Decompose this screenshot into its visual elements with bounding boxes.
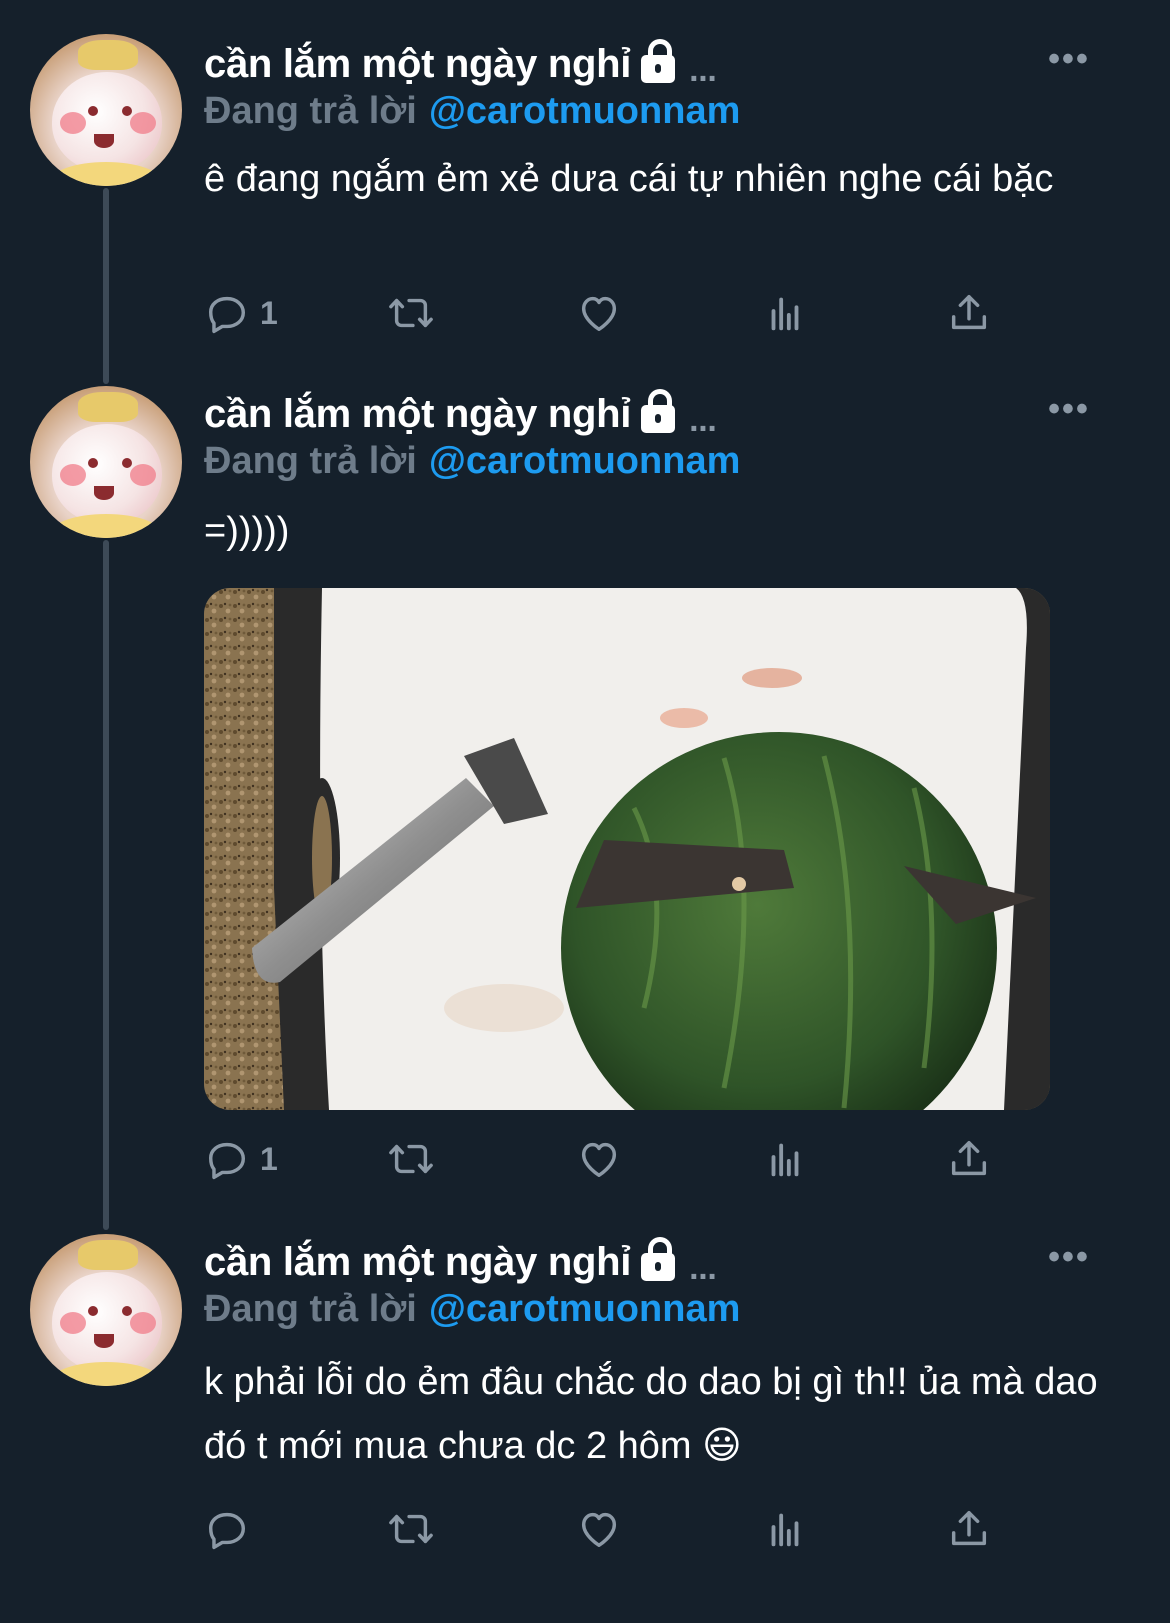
replying-handle-link[interactable]: @carotmuonnam	[429, 1288, 741, 1330]
replying-to: Đang trả lời @carotmuonnam	[204, 1288, 740, 1331]
author-name[interactable]: cần lắm một ngày nghỉ ...	[204, 1236, 717, 1287]
author-name[interactable]: cần lắm một ngày nghỉ ...	[204, 388, 717, 439]
action-bar	[204, 1504, 1104, 1554]
like-button[interactable]	[576, 288, 622, 338]
retweet-button[interactable]	[388, 1504, 434, 1554]
reply-icon	[208, 1142, 246, 1180]
share-icon	[951, 294, 987, 330]
avatar[interactable]	[30, 1234, 182, 1386]
author-name-text: cần lắm một ngày nghỉ	[204, 1240, 632, 1284]
watermelon-photo	[204, 588, 1050, 1110]
heart-icon	[581, 1142, 617, 1178]
name-ellipsis: ...	[689, 401, 717, 439]
views-button[interactable]	[762, 288, 808, 338]
tweet-media-photo[interactable]	[204, 588, 1050, 1110]
views-icon	[771, 1143, 799, 1177]
tweet[interactable]: cần lắm một ngày nghỉ ... ••• Đang trả l…	[0, 1210, 1170, 1623]
tweet-text: k phải lỗi do ẻm đâu chắc do dao bị gì t…	[204, 1361, 1098, 1467]
name-ellipsis: ...	[689, 51, 717, 89]
replying-handle-link[interactable]: @carotmuonnam	[429, 440, 741, 482]
replying-label: Đang trả lời	[204, 440, 417, 482]
replying-label: Đang trả lời	[204, 90, 417, 132]
tweet-text: =)))))	[204, 510, 290, 552]
more-options-button[interactable]: •••	[1046, 1238, 1092, 1277]
replying-to: Đang trả lời @carotmuonnam	[204, 440, 740, 483]
like-button[interactable]	[576, 1134, 622, 1184]
reply-button[interactable]: 1	[204, 288, 278, 338]
retweet-icon	[389, 298, 433, 328]
reply-button[interactable]: 1	[204, 1134, 278, 1184]
avatar[interactable]	[30, 386, 182, 538]
views-button[interactable]	[762, 1504, 808, 1554]
heart-icon	[581, 296, 617, 332]
views-icon	[771, 1513, 799, 1547]
author-name[interactable]: cần lắm một ngày nghỉ ...	[204, 38, 717, 89]
views-icon	[771, 297, 799, 331]
heart-icon	[581, 1512, 617, 1548]
retweet-button[interactable]	[388, 288, 434, 338]
retweet-icon	[389, 1144, 433, 1174]
tweet[interactable]: cần lắm một ngày nghỉ ... ••• Đang trả l…	[0, 360, 1170, 1210]
tweet-text: ê đang ngắm ẻm xẻ dưa cái tự nhiên nghe …	[204, 158, 1054, 200]
reply-icon	[208, 1512, 246, 1550]
share-button[interactable]	[946, 288, 992, 338]
reply-count: 1	[260, 294, 278, 331]
share-icon	[951, 1510, 987, 1546]
author-name-text: cần lắm một ngày nghỉ	[204, 392, 632, 436]
retweet-button[interactable]	[388, 1134, 434, 1184]
share-button[interactable]	[946, 1504, 992, 1554]
avatar[interactable]	[30, 34, 182, 186]
action-bar: 1	[204, 288, 1104, 338]
replying-label: Đang trả lời	[204, 1288, 417, 1330]
views-button[interactable]	[762, 1134, 808, 1184]
action-bar: 1	[204, 1134, 1104, 1184]
name-ellipsis: ...	[689, 1249, 717, 1287]
reply-icon	[208, 296, 246, 334]
more-options-button[interactable]: •••	[1046, 40, 1092, 79]
lock-icon	[641, 1236, 676, 1281]
lock-icon	[641, 388, 676, 433]
like-button[interactable]	[576, 1504, 622, 1554]
lock-icon	[641, 38, 676, 83]
share-button[interactable]	[946, 1134, 992, 1184]
more-options-button[interactable]: •••	[1046, 390, 1092, 429]
reply-count: 1	[260, 1140, 278, 1177]
retweet-icon	[389, 1514, 433, 1544]
replying-handle-link[interactable]: @carotmuonnam	[429, 90, 741, 132]
share-icon	[951, 1140, 987, 1176]
replying-to: Đang trả lời @carotmuonnam	[204, 90, 740, 133]
reply-button[interactable]	[204, 1504, 260, 1554]
author-name-text: cần lắm một ngày nghỉ	[204, 42, 632, 86]
tweet[interactable]: cần lắm một ngày nghỉ ... ••• Đang trả l…	[0, 0, 1170, 360]
